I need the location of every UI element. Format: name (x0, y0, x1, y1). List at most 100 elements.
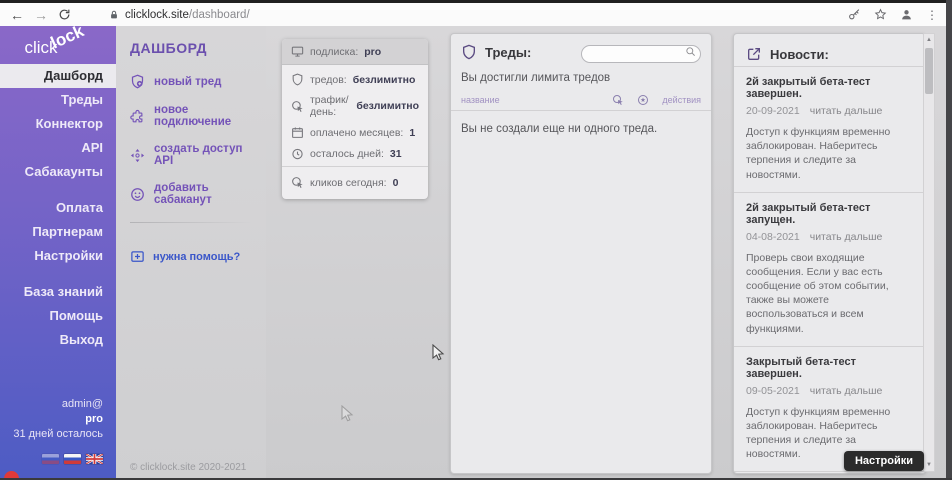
scroll-up-arrow-icon[interactable]: ▲ (924, 34, 934, 46)
row-value: 0 (393, 177, 399, 189)
read-more-link[interactable]: читать дальше (810, 385, 883, 397)
app-logo: clicklock (0, 26, 116, 64)
screenshot-stage: ← → clicklock.site/dashboard/ ⋮ (0, 0, 952, 480)
news-item-meta: 04-08-2021 читать дальше (746, 231, 913, 243)
monitor-icon (291, 45, 304, 58)
main-scrollbar[interactable]: ▲ ▼ (923, 33, 935, 472)
subscription-row-paid-months: оплачено месяцев: 1 (282, 122, 428, 143)
sidebar-item-logout[interactable]: Выход (0, 328, 116, 352)
click-icon (291, 100, 304, 113)
news-item: 2й закрытый бета-тест запущен. 04-08-202… (734, 193, 925, 347)
row-label: осталось дней: (310, 148, 384, 160)
search-icon[interactable] (685, 46, 696, 57)
news-item-body: Проверь свои входящие сообщения. Если у … (746, 251, 913, 336)
news-panel: Новости: 2й закрытый бета-тест завершен.… (733, 33, 926, 474)
key-icon[interactable] (848, 8, 861, 21)
subscription-card: подлиска: pro тредов: безлимитно (282, 39, 428, 199)
new-connection-label: новое подключение (154, 104, 252, 128)
subscription-footer: кликов сегодня: 0 (282, 166, 428, 199)
column-actions-label: действия (662, 95, 701, 105)
scroll-down-arrow-icon[interactable]: ▼ (924, 459, 934, 471)
threads-table-header: название действия (451, 84, 711, 111)
url-text: clicklock.site/dashboard/ (125, 9, 250, 21)
dashboard-quick-panel: ДАШБОРД новый тред новое подключение соз… (116, 26, 266, 480)
sidebar-user-info: admin@ pro 31 дней осталось (13, 397, 103, 442)
news-item-title: Закрытый бета-тест завершен. (746, 356, 913, 380)
back-icon[interactable]: ← (10, 8, 24, 22)
quick-panel-divider (130, 222, 252, 223)
row-value: безлимитно (356, 100, 419, 112)
profile-avatar-icon[interactable] (900, 8, 913, 21)
copyright-text: © clicklock.site 2020-2021 (130, 462, 246, 473)
threads-title: Треды: (485, 45, 531, 60)
row-label: трафик/день: (310, 94, 350, 118)
read-more-link[interactable]: читать дальше (810, 231, 883, 243)
create-api-access-label: создать доступ API (154, 143, 252, 167)
user-email: admin@ (13, 397, 103, 412)
settings-button[interactable]: Настройки (844, 451, 924, 471)
flag-ru-icon[interactable] (64, 454, 81, 464)
news-title: Новости: (770, 47, 829, 62)
news-item-title: 2й закрытый бета-тест запущен. (746, 202, 913, 226)
new-thread-label: новый тред (154, 76, 221, 88)
create-api-access-link[interactable]: создать доступ API (130, 143, 252, 167)
news-item-date: 04-08-2021 (746, 231, 800, 243)
user-plan: pro (13, 412, 103, 427)
address-bar[interactable]: clicklock.site/dashboard/ (81, 9, 838, 21)
subscription-label: подлиска: (310, 46, 358, 58)
need-help-link[interactable]: нужна помощь? (130, 249, 252, 264)
sidebar-item-knowledge-base[interactable]: База знаний (0, 280, 116, 304)
puzzle-icon (130, 109, 145, 124)
search-input[interactable] (581, 45, 701, 63)
calendar-icon (291, 126, 304, 139)
add-subaccount-label: добавить сабаканут (154, 182, 252, 206)
sidebar-item-settings[interactable]: Настройки (0, 244, 116, 268)
row-value: 1 (409, 127, 415, 139)
sidebar-item-help[interactable]: Помощь (0, 304, 116, 328)
sidebar-item-threads[interactable]: Треды (0, 88, 116, 112)
news-header: Новости: (734, 34, 925, 66)
subscription-header: подлиска: pro (282, 39, 428, 65)
subscription-value: pro (364, 46, 381, 58)
news-item-meta: 20-09-2021 читать дальше (746, 105, 913, 117)
sidebar-item-partners[interactable]: Партнерам (0, 220, 116, 244)
sidebar-item-subaccounts[interactable]: Сабакаунты (0, 160, 116, 184)
flag-uk-icon[interactable] (86, 454, 103, 464)
click-icon (291, 176, 304, 189)
quick-panel-title: ДАШБОРД (130, 40, 252, 56)
sidebar-item-api[interactable]: API (0, 136, 116, 160)
bookmark-star-icon[interactable] (874, 8, 887, 21)
row-value: безлимитно (353, 74, 416, 86)
new-thread-link[interactable]: новый тред (130, 74, 252, 89)
sidebar-item-payment[interactable]: Оплата (0, 196, 116, 220)
flag-ru-faded-icon[interactable] (42, 454, 59, 464)
sidebar-item-dashboard[interactable]: Дашборд (0, 64, 116, 88)
sidebar-item-connector[interactable]: Коннектор (0, 112, 116, 136)
clock-icon (291, 147, 304, 160)
help-plus-icon (130, 249, 145, 264)
target-star-icon (637, 94, 649, 106)
subscription-body: тредов: безлимитно трафик/день: безлимит… (282, 65, 428, 166)
subscription-row-threads: тредов: безлимитно (282, 69, 428, 90)
new-connection-link[interactable]: новое подключение (130, 104, 252, 128)
sidebar-nav: Дашборд Треды Коннектор API Сабакаунты О… (0, 64, 116, 352)
main-content: подлиска: pro тредов: безлимитно (266, 26, 952, 480)
shield-icon (291, 73, 304, 86)
scrollbar-thumb[interactable] (925, 48, 933, 94)
row-value: 31 (390, 148, 402, 160)
letterbox-top (0, 0, 952, 3)
smiley-icon (130, 187, 145, 202)
add-subaccount-link[interactable]: добавить сабаканут (130, 182, 252, 206)
news-item: 2й закрытый бета-тест завершен. 20-09-20… (734, 66, 925, 193)
news-item-title: 2й закрытый бета-тест завершен. (746, 76, 913, 100)
forward-icon[interactable]: → (34, 8, 48, 22)
threads-limit-notice: Вы достигли лимита тредов (451, 60, 711, 84)
url-path: /dashboard/ (189, 9, 250, 21)
sidebar: clicklock Дашборд Треды Коннектор API Са… (0, 26, 116, 480)
move-arrows-icon (130, 148, 145, 163)
menu-dots-icon[interactable]: ⋮ (926, 8, 938, 22)
read-more-link[interactable]: читать дальше (810, 105, 883, 117)
column-name-label: название (461, 95, 500, 105)
row-label: оплачено месяцев: (310, 127, 403, 139)
reload-icon[interactable] (58, 8, 71, 21)
